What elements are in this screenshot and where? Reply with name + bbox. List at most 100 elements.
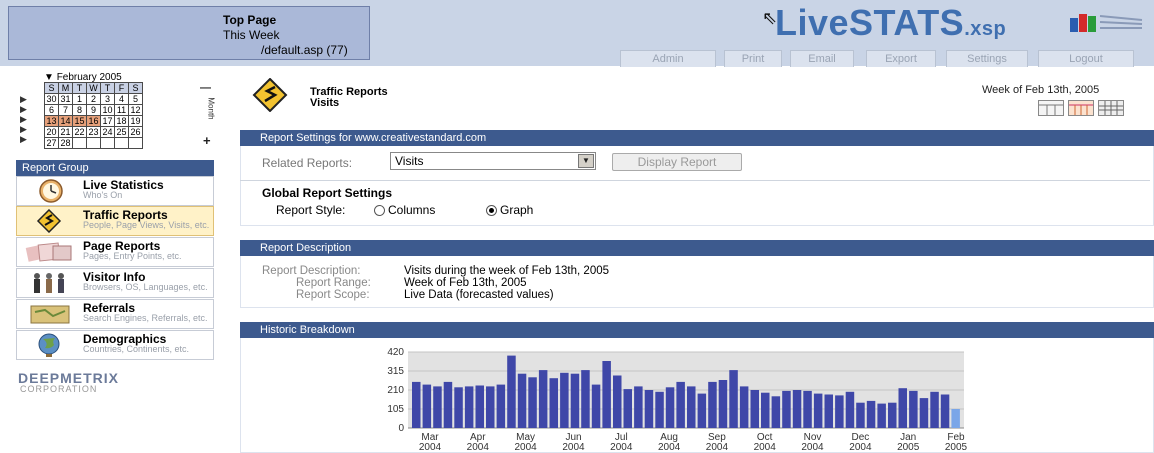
nav-print[interactable]: Print: [724, 50, 782, 67]
chart-bar[interactable]: [729, 370, 738, 428]
calendar-day[interactable]: 20: [44, 126, 59, 138]
chart-bar[interactable]: [940, 394, 950, 429]
sidebar-item-demographics[interactable]: Demographics Countries, Continents, etc.: [16, 330, 214, 360]
calendar-day-selected[interactable]: 16: [86, 115, 101, 127]
chart-bar[interactable]: [792, 390, 802, 428]
chart-bar[interactable]: [517, 373, 527, 428]
chart-bar[interactable]: [486, 386, 495, 428]
calendar-day[interactable]: 1: [72, 93, 87, 105]
chart-bar[interactable]: [538, 370, 548, 428]
related-reports-select[interactable]: Visits ▼: [390, 152, 596, 170]
chart-bar[interactable]: [718, 380, 728, 428]
chart-bar[interactable]: [528, 377, 537, 428]
calendar-day[interactable]: 28: [58, 137, 73, 149]
chart-bar[interactable]: [866, 400, 876, 428]
sidebar-item-traffic-reports[interactable]: Traffic Reports People, Page Views, Visi…: [16, 206, 214, 236]
view-grid-icon[interactable]: [1098, 100, 1124, 116]
chart-bar[interactable]: [930, 391, 939, 428]
chart-bar[interactable]: [856, 402, 865, 428]
chart-bar[interactable]: [507, 355, 516, 428]
calendar-day-selected[interactable]: 14: [58, 115, 73, 127]
calendar-day[interactable]: 24: [100, 126, 115, 138]
chart-bar[interactable]: [644, 390, 654, 428]
radio-columns[interactable]: [374, 205, 385, 216]
chart-bar[interactable]: [898, 388, 908, 428]
chart-bar[interactable]: [591, 384, 601, 428]
chart-bar[interactable]: [761, 392, 770, 428]
chart-bar[interactable]: [581, 370, 590, 428]
calendar-collapse-button[interactable]: —: [200, 82, 211, 94]
calendar-day[interactable]: 8: [72, 104, 87, 116]
chart-bar[interactable]: [782, 390, 791, 428]
calendar-day[interactable]: 26: [128, 126, 143, 138]
chart-bar[interactable]: [412, 381, 421, 428]
chart-bar[interactable]: [443, 381, 453, 428]
calendar-day[interactable]: 23: [86, 126, 101, 138]
month-view-label[interactable]: Month: [207, 97, 216, 119]
chart-bar[interactable]: [919, 398, 929, 428]
chart-bar[interactable]: [665, 387, 675, 428]
chart-bar[interactable]: [739, 386, 749, 428]
calendar-day[interactable]: 31: [58, 93, 73, 105]
calendar-day[interactable]: 3: [100, 93, 115, 105]
calendar-day[interactable]: 11: [114, 104, 129, 116]
calendar-day[interactable]: 25: [114, 126, 129, 138]
calendar-day[interactable]: 21: [58, 126, 73, 138]
chart-bar[interactable]: [803, 390, 812, 428]
chart-bar[interactable]: [464, 386, 474, 428]
chart-bar[interactable]: [613, 375, 622, 429]
calendar-day[interactable]: 17: [100, 115, 115, 127]
week-select-arrow-icon[interactable]: ▶: [20, 134, 27, 145]
calendar-day-selected[interactable]: 15: [72, 115, 87, 127]
chart-bar[interactable]: [676, 381, 685, 428]
chart-bar[interactable]: [771, 396, 781, 428]
view-columns-icon[interactable]: [1068, 100, 1094, 116]
chart-bar[interactable]: [634, 386, 643, 428]
nav-email[interactable]: Email: [790, 50, 854, 67]
chart-bar[interactable]: [813, 393, 823, 428]
calendar-day[interactable]: 19: [128, 115, 143, 127]
nav-settings[interactable]: Settings: [946, 50, 1028, 67]
chart-bar[interactable]: [687, 386, 696, 428]
chart-bar[interactable]: [454, 387, 463, 428]
chart-bar[interactable]: [750, 390, 760, 428]
chart-bar[interactable]: [549, 378, 559, 428]
calendar-day[interactable]: 4: [114, 93, 129, 105]
nav-logout[interactable]: Logout: [1038, 50, 1134, 67]
calendar-expand-button[interactable]: +: [203, 133, 211, 148]
chart-bar[interactable]: [570, 373, 580, 428]
calendar-day-selected[interactable]: 13: [44, 115, 59, 127]
chart-bar[interactable]: [655, 391, 664, 428]
chart-bar[interactable]: [496, 384, 506, 428]
chart-bar[interactable]: [623, 389, 633, 428]
calendar-day[interactable]: 12: [128, 104, 143, 116]
chart-bar[interactable]: [433, 386, 442, 428]
chart-bar[interactable]: [951, 409, 960, 428]
calendar-day[interactable]: 5: [128, 93, 143, 105]
chevron-down-icon[interactable]: ▼: [578, 154, 594, 168]
calendar-day[interactable]: 2: [86, 93, 101, 105]
chart-bar[interactable]: [888, 402, 897, 428]
chart-bar[interactable]: [475, 385, 485, 429]
chart-bar[interactable]: [877, 403, 886, 428]
calendar-day[interactable]: 18: [114, 115, 129, 127]
calendar-day[interactable]: 7: [58, 104, 73, 116]
chart-bar[interactable]: [422, 384, 432, 428]
calendar-day[interactable]: 10: [100, 104, 115, 116]
chart-bar[interactable]: [909, 390, 918, 428]
chart-bar[interactable]: [708, 381, 717, 428]
sidebar-item-referrals[interactable]: Referrals Search Engines, Referrals, etc…: [16, 299, 214, 329]
calendar-day[interactable]: 6: [44, 104, 59, 116]
calendar-day[interactable]: 30: [44, 93, 59, 105]
chart-bar[interactable]: [697, 393, 707, 428]
sidebar-item-visitor-info[interactable]: Visitor Info Browsers, OS, Languages, et…: [16, 268, 214, 298]
chart-bar[interactable]: [835, 395, 844, 428]
calendar-day[interactable]: 9: [86, 104, 101, 116]
display-report-button[interactable]: Display Report: [612, 153, 742, 171]
view-table-icon[interactable]: [1038, 100, 1064, 116]
chart-bar[interactable]: [845, 391, 855, 428]
calendar-day[interactable]: 22: [72, 126, 87, 138]
sidebar-item-live-statistics[interactable]: Live Statistics Who's On: [16, 176, 214, 206]
radio-graph-label[interactable]: Graph: [500, 203, 533, 217]
radio-graph[interactable]: [486, 205, 497, 216]
